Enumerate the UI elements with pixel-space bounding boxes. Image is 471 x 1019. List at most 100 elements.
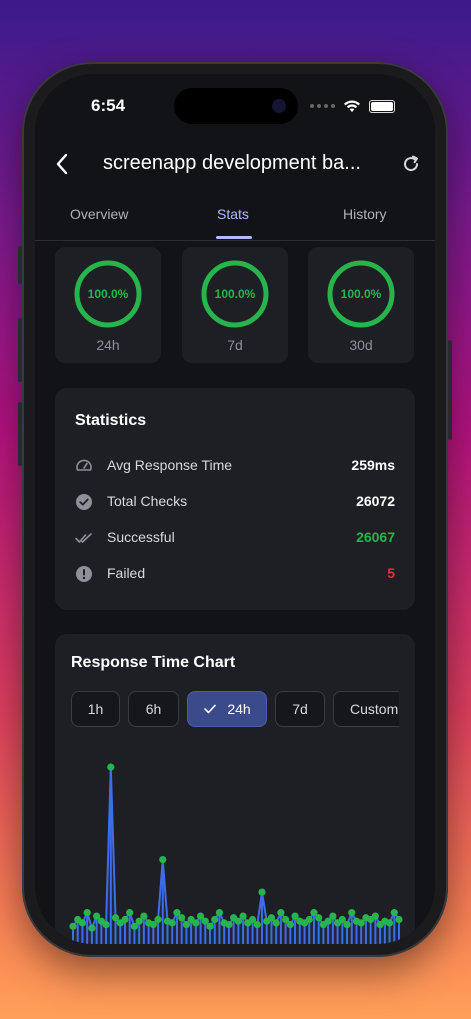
dynamic-island xyxy=(174,88,298,124)
chart-point xyxy=(239,912,247,920)
status-icons xyxy=(310,99,395,113)
range-button-1h[interactable]: 1h xyxy=(71,691,120,727)
range-button-24h[interactable]: 24h xyxy=(187,691,267,727)
uptime-percent: 100.0% xyxy=(214,287,256,301)
chart-point xyxy=(192,919,200,927)
range-button-custom[interactable]: Custom xyxy=(333,691,399,727)
chart-point xyxy=(272,919,280,927)
stat-row-avg-response: Avg Response Time 259ms xyxy=(75,454,395,478)
tab-overview[interactable]: Overview xyxy=(70,206,128,222)
stat-label: Avg Response Time xyxy=(107,457,233,473)
chart-point xyxy=(286,921,294,929)
tab-stats[interactable]: Stats xyxy=(217,206,249,222)
chart-point xyxy=(206,922,214,930)
check-circle-icon xyxy=(76,494,92,510)
tab-bar: Overview Stats History xyxy=(35,196,435,241)
uptime-ring: 100.0% xyxy=(199,258,271,330)
chart-point xyxy=(215,909,224,917)
uptime-ring: 100.0% xyxy=(72,258,144,330)
chart-point xyxy=(315,914,323,922)
chart-point xyxy=(253,921,261,929)
stat-value: 5 xyxy=(387,565,395,581)
chart-point xyxy=(168,919,176,927)
chart-point xyxy=(140,912,148,920)
camera-icon xyxy=(272,99,286,113)
chart-point xyxy=(211,915,219,924)
chart-point xyxy=(343,921,351,929)
stat-label: Total Checks xyxy=(107,493,188,509)
range-selector: 1h 6h 24h 7d Custom xyxy=(71,691,399,729)
battery-icon xyxy=(369,99,395,113)
chart-point xyxy=(121,915,129,924)
tab-history[interactable]: History xyxy=(343,206,387,222)
chart-point xyxy=(126,909,134,917)
chart-point xyxy=(385,919,394,927)
chart-point xyxy=(305,915,313,924)
uptime-period: 24h xyxy=(96,337,120,353)
chart-point xyxy=(107,763,115,771)
alert-circle-icon xyxy=(76,566,92,582)
chart-point xyxy=(154,915,162,924)
chart-point xyxy=(329,912,337,920)
range-label: 1h xyxy=(87,701,104,717)
uptime-period: 30d xyxy=(349,337,373,353)
speedometer-icon xyxy=(76,459,92,471)
range-label: Custom xyxy=(350,701,399,717)
chart-point xyxy=(88,924,96,932)
chart-point xyxy=(178,914,186,922)
side-button-mute xyxy=(18,246,22,284)
signal-icon xyxy=(310,104,335,108)
wifi-icon xyxy=(344,100,360,112)
uptime-percent: 100.0% xyxy=(340,287,382,301)
chart-point xyxy=(277,909,285,917)
back-chevron-icon[interactable] xyxy=(55,152,69,176)
stat-label: Successful xyxy=(107,529,175,545)
statistics-card: Statistics Avg Response Time 259ms Total… xyxy=(55,388,415,610)
chart-point xyxy=(225,921,233,929)
stat-row-failed: Failed 5 xyxy=(75,562,395,586)
stat-label: Failed xyxy=(107,565,146,581)
range-label: 6h xyxy=(145,701,162,717)
chart-point xyxy=(395,915,403,924)
response-chart-card: Response Time Chart 1h 6h 24h 7d Custom xyxy=(55,634,415,944)
range-label: 24h xyxy=(227,701,251,717)
range-button-7d[interactable]: 7d xyxy=(275,691,325,727)
range-label: 7d xyxy=(292,701,308,717)
uptime-ring: 100.0% xyxy=(325,258,397,330)
response-time-chart xyxy=(69,763,403,944)
refresh-icon[interactable] xyxy=(401,154,421,174)
tab-indicator xyxy=(216,236,252,239)
chart-point xyxy=(83,909,91,917)
stat-row-successful: Successful 26067 xyxy=(75,526,395,550)
chart-point xyxy=(258,888,266,896)
chart-point xyxy=(78,919,87,927)
side-button-volume-down xyxy=(18,402,22,466)
chart-point xyxy=(371,912,379,920)
chart-point xyxy=(69,922,77,930)
side-button-volume-up xyxy=(18,318,22,382)
uptime-percent: 100.0% xyxy=(87,287,129,301)
chart-point xyxy=(159,855,167,864)
chart-series-line xyxy=(72,767,400,932)
double-check-icon xyxy=(75,533,92,543)
response-chart-title: Response Time Chart xyxy=(71,654,236,671)
stat-value: 259ms xyxy=(351,457,395,473)
page-title: screenapp development ba... xyxy=(103,152,361,174)
range-button-6h[interactable]: 6h xyxy=(128,691,179,727)
header-bar: screenapp development ba... xyxy=(35,148,435,184)
chart-point xyxy=(390,909,398,917)
uptime-card-24h: 100.0% 24h xyxy=(55,247,161,363)
chart-point xyxy=(102,921,110,929)
chart-point xyxy=(348,909,356,917)
stat-value: 26072 xyxy=(356,493,395,509)
app-screen: 6:54 screenapp development ba... Overvie… xyxy=(35,74,435,944)
uptime-card-7d: 100.0% 7d xyxy=(182,247,288,363)
stat-row-total-checks: Total Checks 26072 xyxy=(75,490,395,514)
uptime-period: 7d xyxy=(227,337,243,353)
stat-value: 26067 xyxy=(356,529,395,545)
uptime-card-30d: 100.0% 30d xyxy=(308,247,414,363)
statistics-title: Statistics xyxy=(75,412,147,429)
checkmark-icon xyxy=(204,704,217,714)
side-button-power xyxy=(448,340,452,440)
status-time: 6:54 xyxy=(91,96,126,115)
